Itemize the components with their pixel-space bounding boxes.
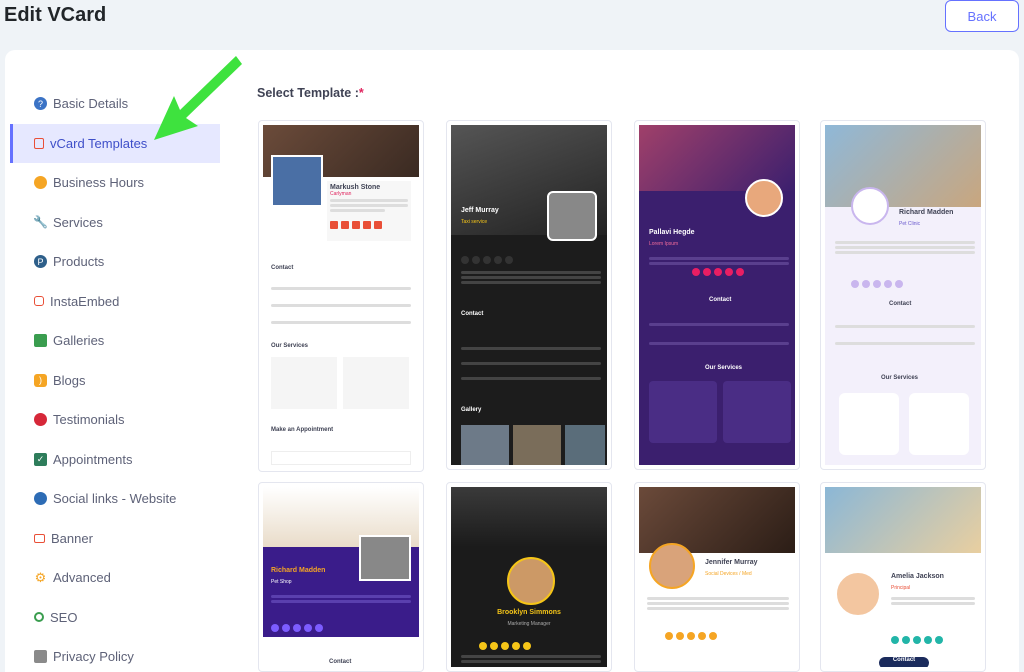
template-name: Markush Stone [330, 184, 381, 191]
sidebar-item-appointments[interactable]: ✓ Appointments [10, 440, 220, 480]
sidebar-item-galleries[interactable]: Galleries [10, 321, 220, 361]
avatar [835, 571, 881, 617]
template-card[interactable]: Pallavi Hegde Lorem Ipsum Contact Our Se… [634, 120, 800, 470]
sidebar-item-label: Products [53, 254, 105, 270]
sidebar-item-label: Basic Details [53, 96, 129, 112]
gallery-icon [34, 334, 47, 348]
sidebar-item-blogs[interactable]: ) Blogs [10, 361, 220, 401]
avatar [547, 191, 597, 241]
template-role: Carlyman [330, 191, 352, 197]
banner-icon [34, 533, 45, 543]
avatar [359, 535, 411, 581]
template-card[interactable]: Jennifer Murray Social Devices / Med [634, 482, 800, 672]
template-name: Jeff Murray [461, 207, 499, 214]
info-icon: ? [34, 97, 47, 111]
template-section-title: Our Services [271, 343, 309, 349]
sidebar-item-testimonials[interactable]: Testimonials [10, 400, 220, 440]
template-name: Pallavi Hegde [649, 229, 695, 236]
rss-icon: ) [34, 373, 47, 387]
template-role: Pet Clinic [899, 221, 921, 227]
template-icon [34, 137, 44, 149]
avatar [851, 187, 889, 225]
template-section-title: Contact [271, 265, 294, 271]
sidebar-item-label: InstaEmbed [50, 293, 120, 309]
template-name: Amelia Jackson [891, 573, 944, 580]
product-icon: P [34, 255, 47, 269]
template-section-title: Our Services [881, 375, 919, 381]
sidebar-item-privacy-policy[interactable]: Privacy Policy [10, 637, 220, 672]
sidebar-item-products[interactable]: P Products [10, 242, 220, 282]
template-section-title: Contact [889, 301, 912, 307]
template-section-title: Make an Appointment [271, 427, 334, 433]
sidebar-item-label: Galleries [53, 333, 105, 349]
sidebar-item-label: Services [53, 214, 103, 230]
template-section-title: Contact [709, 297, 732, 303]
template-card[interactable]: Brooklyn Simmons Marketing Manager [446, 482, 612, 672]
sidebar-item-seo[interactable]: SEO [10, 598, 220, 638]
back-button[interactable]: Back [945, 0, 1019, 32]
wrench-icon: 🔧 [33, 215, 48, 230]
calendar-icon: ✓ [34, 452, 47, 466]
template-section-title: Our Services [705, 365, 743, 371]
avatar [271, 155, 323, 207]
sidebar-item-label: Business Hours [53, 175, 145, 191]
lock-icon [34, 650, 47, 664]
template-section-title: Contact [329, 659, 352, 665]
template-card[interactable]: Amelia Jackson Principal Contact [820, 482, 986, 672]
template-section-title: Gallery [461, 407, 482, 413]
sidebar-item-business-hours[interactable]: Business Hours [10, 163, 220, 203]
sidebar-item-social-links[interactable]: Social links - Website [10, 479, 220, 519]
sidebar-item-label: Advanced [53, 570, 111, 586]
template-card[interactable]: Jeff Murray Taxi service Contact Gallery [446, 120, 612, 470]
avatar [649, 543, 695, 589]
clock-icon [34, 176, 47, 190]
select-template-label: Select Template :* [257, 86, 364, 100]
sidebar-item-label: Social links - Website [53, 491, 177, 507]
sidebar-item-label: Testimonials [53, 412, 125, 428]
search-icon [34, 612, 44, 623]
template-section-title: Contact [879, 657, 929, 667]
template-name: Richard Madden [899, 209, 954, 216]
template-role: Pet Shop [271, 579, 292, 585]
template-role: Taxi service [461, 219, 488, 225]
template-name: Richard Madden [271, 567, 326, 574]
page-title: Edit VCard [4, 4, 107, 26]
template-role: Lorem Ipsum [649, 241, 679, 247]
template-role: Social Devices / Med [705, 571, 752, 577]
template-cover [451, 487, 607, 547]
template-cover [639, 487, 795, 553]
sidebar-item-banner[interactable]: Banner [10, 519, 220, 559]
template-role: Principal [891, 585, 911, 591]
sidebar-item-label: Blogs [53, 372, 86, 388]
gears-icon: ⚙ [34, 569, 47, 585]
chat-icon [34, 413, 47, 427]
sidebar-item-advanced[interactable]: ⚙ Advanced [10, 558, 220, 598]
template-cover [825, 125, 981, 207]
sidebar-item-services[interactable]: 🔧 Services [10, 203, 220, 243]
template-name: Jennifer Murray [705, 559, 758, 566]
template-section-title: Contact [461, 311, 484, 317]
avatar [507, 557, 555, 605]
sidebar-item-label: Appointments [53, 451, 133, 467]
template-cover [825, 487, 981, 553]
template-card[interactable]: Markush Stone Carlyman Contact Our Servi… [258, 120, 424, 472]
sidebar-item-label: SEO [50, 609, 78, 625]
avatar [745, 179, 783, 217]
sidebar-item-label: Banner [51, 530, 93, 546]
sidebar-nav: ? Basic Details vCard Templates Business… [10, 84, 220, 672]
sidebar-item-label: vCard Templates [50, 135, 148, 151]
sidebar-item-instaembed[interactable]: InstaEmbed [10, 282, 220, 322]
sidebar-item-label: Privacy Policy [53, 649, 134, 665]
template-role: Marketing Manager [507, 621, 551, 627]
template-name: Brooklyn Simmons [497, 609, 561, 616]
arrow-annotation-icon [154, 56, 242, 140]
globe-icon [34, 492, 47, 506]
template-card[interactable]: Richard Madden Pet Clinic Contact Our Se… [820, 120, 986, 470]
instagram-icon [34, 296, 44, 307]
template-card[interactable]: Richard Madden Pet Shop Contact [258, 482, 424, 672]
